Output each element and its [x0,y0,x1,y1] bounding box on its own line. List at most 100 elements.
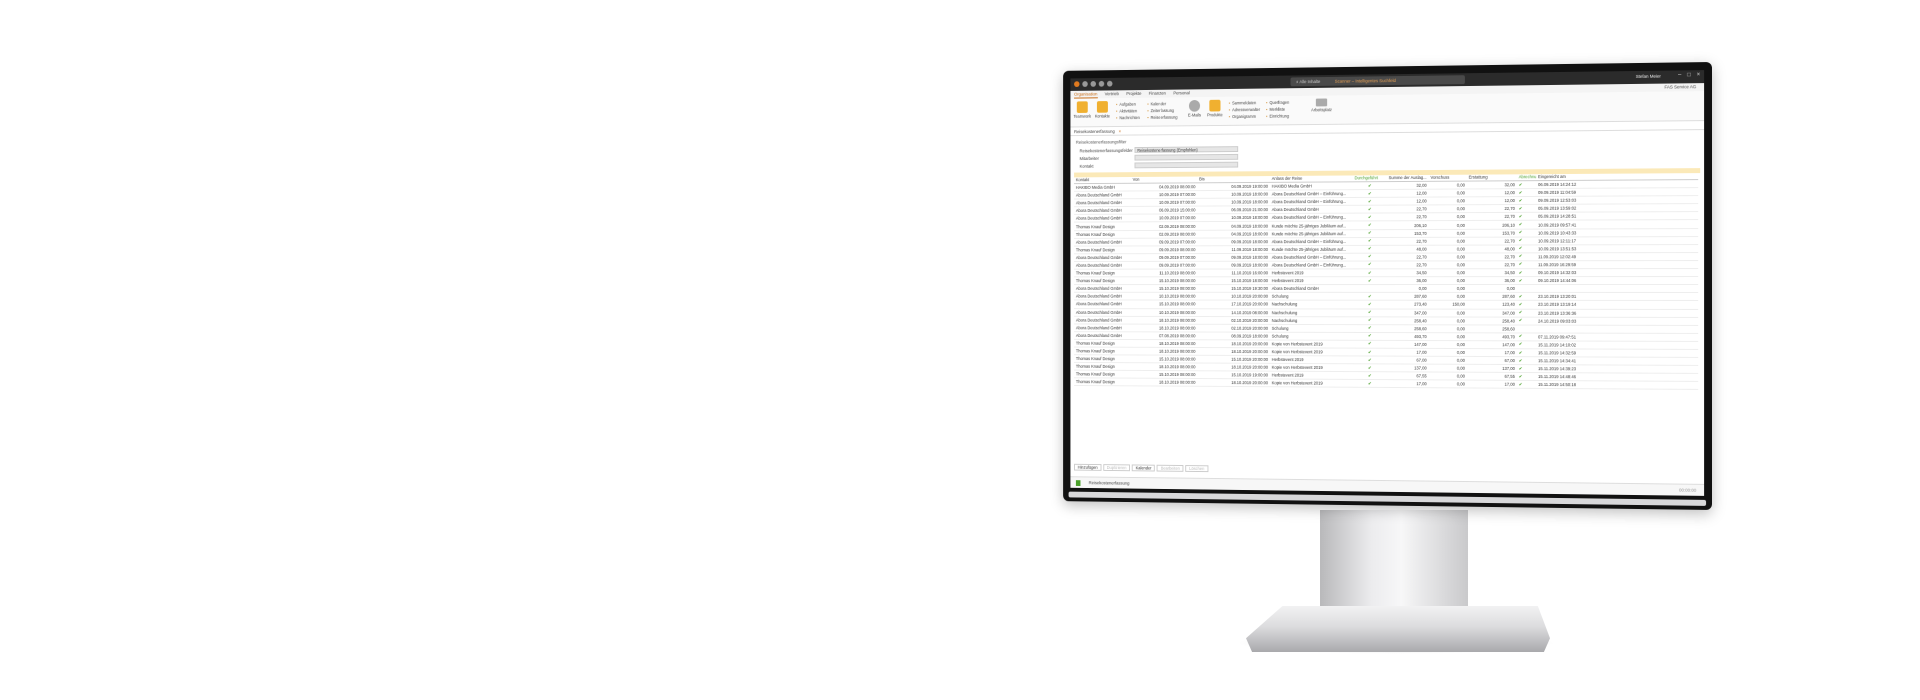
maximize-button[interactable]: □ [1687,72,1691,78]
teamwork-button[interactable]: Teamwork [1072,101,1092,119]
table-cell: 48,00 [1416,246,1427,252]
tab-close-icon[interactable]: × [1119,129,1121,134]
table-cell: 15.10.2019 18:00:00 [1231,278,1269,284]
refresh-icon[interactable] [1106,80,1113,87]
table-cell: 0,00 [1456,270,1465,276]
table-cell: 09.09.2019 18:00:00 [1231,262,1269,268]
table-row[interactable]: Thomas Knauf Design 15.10.2019 08:00:00 15… [1074,277,1699,286]
filter-form: Reisekostenerfassungsfilter Reisekostene… [1076,138,1317,170]
travel-expense-button[interactable]: Reiseerfassung [1147,115,1177,120]
close-button[interactable]: × [1697,72,1700,78]
workspace-icon [1315,98,1328,107]
column-header[interactable]: Erstattung [1467,174,1517,180]
table-cell: 09.09.2019 12:53:03 [1538,197,1577,204]
table-cell: 07.08.2019 08:00:00 [1158,333,1196,339]
minimize-button[interactable]: – [1678,72,1681,78]
table-cell: Kopie von Herbstevent 2019 [1271,349,1323,355]
activities-button[interactable]: Aktivitäten [1116,108,1137,113]
workspace-label: Arbeitsplatz [1311,107,1332,113]
table-cell: 0,00 [1456,326,1465,332]
table-cell: Abora Deutschland GmbH [1075,294,1122,299]
table-cell: 04.09.2019 18:00:00 [1231,223,1269,229]
table-cell: 04.09.2019 19:00:00 [1231,183,1269,189]
table-cell: Abora Deutschland GmbH [1075,286,1122,292]
table-cell: Thomas Knauf Design [1075,364,1115,370]
column-header[interactable]: Durchgeführt [1353,175,1387,181]
address-manager-button[interactable]: Adressverwalter [1229,107,1260,112]
edit-button[interactable]: Bearbeiten [1157,464,1184,472]
employee-field[interactable] [1134,153,1239,161]
column-header[interactable]: Von [1131,177,1197,183]
table-cell: ✔ [1367,349,1372,355]
table-cell: 123,40 [1502,302,1515,308]
table-cell: 15.11.2019 14:39:23 [1538,366,1576,372]
table-cell: Thomas Knauf Design [1075,278,1115,284]
table-cell: 137,00 [1502,366,1515,372]
table-cell: Abora Deutschland GmbH [1075,239,1122,245]
add-button[interactable]: Hinzufügen [1074,463,1102,471]
view-select[interactable]: Reisekostenerfassung (Empfohlen) [1134,146,1239,153]
products-label: Produkte [1207,112,1223,118]
column-header[interactable]: Summe der Auslag... [1387,175,1429,181]
table-cell: ✔ [1518,317,1523,323]
search-scope[interactable]: Alle Inhalte [1299,79,1320,84]
messages-button[interactable]: Nachrichten [1116,115,1140,120]
document-tab[interactable]: Reisekostenerfassung × [1074,129,1121,134]
table-cell: 15.10.2019 08:00:00 [1158,372,1196,378]
watchlist-button[interactable]: Merkliste [1266,107,1285,112]
workspace-button[interactable]: Arbeitsplatz [1307,98,1335,112]
column-header[interactable]: Vorschuss [1429,175,1467,181]
column-header[interactable]: Bis [1197,176,1270,182]
table-cell: Kopie von Herbstevent 2019 [1271,365,1323,371]
company-name[interactable]: FAS Service AG [1664,84,1696,89]
search-input[interactable]: ⌕ Alle Inhalte Scanner – Intelligentes S… [1290,75,1465,87]
back-icon[interactable] [1090,80,1096,87]
tab-vertrieb[interactable]: Vertrieb [1105,90,1119,98]
table-cell: ✔ [1367,230,1372,236]
emails-button[interactable]: E-Mails [1184,99,1204,118]
table-cell: 12,00 [1504,190,1515,196]
table-cell: 22,70 [1504,254,1515,260]
contact-field[interactable] [1134,161,1239,169]
table-cell: 147,00 [1502,342,1515,348]
forward-icon[interactable] [1098,80,1105,87]
tab-projekte[interactable]: Projekte [1126,90,1141,98]
column-header[interactable]: Abrechnun... [1517,174,1536,180]
filter-section-title[interactable]: Reisekostenerfassungsfilter [1076,138,1317,144]
calendar-button[interactable]: Kalender [1147,101,1166,106]
table-cell: Thomas Knauf Design [1075,223,1115,229]
table-cell: ✔ [1367,190,1372,196]
org-chart-button[interactable]: Organigramm [1229,114,1256,119]
column-header[interactable]: Anlass der Reise [1270,175,1353,181]
table-cell: 153,70 [1414,230,1427,236]
table-cell: 0,00 [1456,214,1465,220]
column-header[interactable]: Kontakt [1074,177,1131,183]
grid-body: HAKIBO Media GmbH 04.09.2019 08:00:00 04.0… [1074,180,1699,391]
table-cell: 12,00 [1416,198,1427,204]
user-name[interactable]: Stefan Meier [1636,74,1661,79]
duplicate-button[interactable]: Duplizieren [1103,464,1131,472]
time-tracking-button[interactable]: Zeiterfassung [1147,108,1174,113]
tasks-button[interactable]: Aufgaben [1116,102,1136,107]
status-clock: 00:00:00 [1678,487,1697,493]
contacts-button[interactable]: Kontakte [1092,101,1112,119]
table-cell: 22,70 [1416,254,1427,260]
column-header[interactable]: Eingereicht am [1536,174,1598,180]
home-icon[interactable] [1082,81,1088,87]
table-cell: Thomas Knauf Design [1075,371,1115,377]
products-button[interactable]: Produkte [1205,99,1225,118]
delete-button[interactable]: Löschen [1185,465,1208,473]
table-cell: ✔ [1367,317,1372,323]
calendar-view-button[interactable]: Kalender [1131,464,1156,472]
table-cell: 10.09.2019 07:00:00 [1158,192,1196,198]
table-cell: 0,00 [1456,294,1465,300]
tab-finanzen[interactable]: Finanzen [1149,90,1166,98]
table-cell: 22,70 [1504,262,1515,268]
table-cell: 05.09.2019 14:28:51 [1538,214,1577,220]
email-icon [1188,99,1201,112]
queries-button[interactable]: Querfragen [1266,100,1289,105]
tab-personal[interactable]: Personal [1173,89,1189,97]
collective-data-button[interactable]: Sammeldaten [1229,100,1256,105]
table-cell: Thomas Knauf Design [1075,231,1115,237]
setup-button[interactable]: Einrichtung [1266,114,1289,119]
